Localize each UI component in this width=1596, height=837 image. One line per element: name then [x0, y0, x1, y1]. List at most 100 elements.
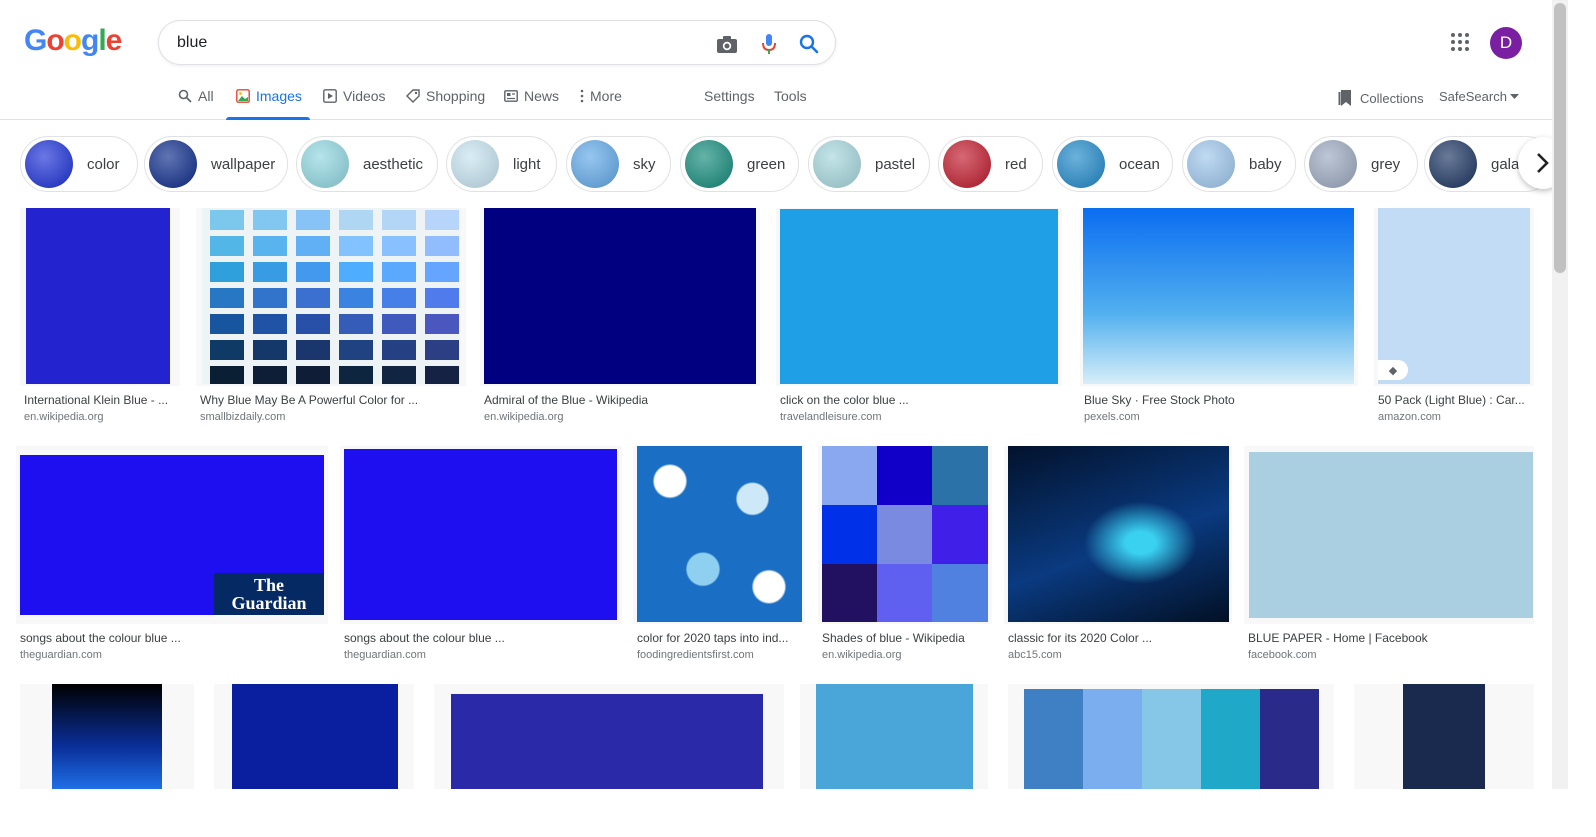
apps-grid-icon[interactable] — [1448, 30, 1472, 54]
result-thumbnail[interactable] — [1249, 452, 1533, 618]
chip-2[interactable]: aesthetic — [296, 136, 438, 192]
image-result[interactable]: Why Blue May Be A Powerful Color for ...… — [196, 208, 466, 434]
swatch — [210, 340, 244, 360]
microphone-icon[interactable] — [757, 32, 781, 56]
chip-5[interactable]: green — [680, 136, 799, 192]
chip-4[interactable]: sky — [566, 136, 671, 192]
tab-all[interactable]: All — [178, 84, 214, 120]
result-thumbnail[interactable]: ◆ — [1378, 208, 1530, 384]
result-thumbnail[interactable] — [52, 684, 162, 789]
search-icon — [178, 89, 192, 103]
swatch — [932, 505, 988, 564]
tab-news[interactable]: News — [504, 84, 559, 120]
chip-0[interactable]: color — [20, 136, 138, 192]
result-thumbnail[interactable]: The Guardian — [20, 455, 324, 615]
collections-button[interactable]: Collections — [1338, 89, 1424, 107]
image-result[interactable] — [1008, 684, 1334, 837]
result-source: foodingredientsfirst.com — [637, 649, 754, 661]
tab-videos[interactable]: Videos — [323, 84, 386, 120]
search-box[interactable] — [158, 20, 836, 65]
result-thumbnail[interactable] — [1008, 446, 1229, 622]
result-title[interactable]: Why Blue May Be A Powerful Color for ... — [200, 393, 462, 407]
chip-label: sky — [633, 155, 656, 173]
result-source: theguardian.com — [20, 649, 102, 661]
swatch — [1201, 689, 1260, 789]
result-title[interactable]: color for 2020 taps into ind... — [637, 631, 801, 645]
swatch — [382, 366, 416, 384]
result-thumbnail[interactable] — [484, 208, 756, 384]
tab-shopping[interactable]: Shopping — [406, 84, 485, 120]
result-thumbnail[interactable] — [202, 208, 460, 384]
result-title[interactable]: songs about the colour blue ... — [20, 631, 324, 645]
image-result[interactable] — [434, 684, 784, 837]
image-result[interactable]: click on the color blue ... travelandleis… — [776, 208, 1062, 434]
image-result[interactable] — [1354, 684, 1534, 837]
result-thumbnail[interactable] — [232, 684, 398, 789]
image-result[interactable]: International Klein Blue - ... en.wikiped… — [20, 208, 180, 434]
result-thumbnail[interactable] — [451, 694, 763, 789]
result-title[interactable]: Blue Sky · Free Stock Photo — [1084, 393, 1354, 407]
chip-thumbnail — [451, 140, 499, 188]
scrollbar-thumb[interactable] — [1554, 3, 1566, 273]
image-icon — [236, 89, 250, 103]
chip-7[interactable]: red — [938, 136, 1043, 192]
swatch — [210, 236, 244, 256]
search-icon[interactable] — [797, 32, 821, 56]
chip-10[interactable]: grey — [1304, 136, 1418, 192]
result-title[interactable]: International Klein Blue - ... — [24, 393, 176, 407]
tools-link[interactable]: Tools — [774, 84, 807, 120]
chip-3[interactable]: light — [446, 136, 557, 192]
swatch — [339, 236, 373, 256]
chip-thumbnail — [943, 140, 991, 188]
result-thumbnail[interactable] — [1024, 689, 1319, 789]
swatch — [1142, 689, 1201, 789]
image-result[interactable]: The Guardian songs about the colour blue … — [16, 446, 328, 672]
result-title[interactable]: Shades of blue - Wikipedia — [822, 631, 988, 645]
chip-8[interactable]: ocean — [1052, 136, 1173, 192]
bookmark-icon — [1338, 90, 1351, 106]
result-thumbnail[interactable] — [822, 446, 988, 622]
chip-9[interactable]: baby — [1182, 136, 1296, 192]
image-result[interactable] — [20, 684, 194, 837]
image-result[interactable]: BLUE PAPER - Home | Facebook facebook.com — [1244, 446, 1534, 672]
result-title[interactable]: Admiral of the Blue - Wikipedia — [484, 393, 756, 407]
camera-icon[interactable] — [715, 32, 739, 56]
result-title[interactable]: songs about the colour blue ... — [344, 631, 618, 645]
image-result[interactable]: Blue Sky · Free Stock Photo pexels.com — [1080, 208, 1358, 434]
swatch — [339, 262, 373, 282]
image-result[interactable]: color for 2020 taps into ind... foodingre… — [633, 446, 805, 672]
result-title[interactable]: click on the color blue ... — [780, 393, 1058, 407]
image-result[interactable]: classic for its 2020 Color ... abc15.com — [1004, 446, 1232, 672]
safesearch-dropdown[interactable]: SafeSearch — [1439, 89, 1519, 104]
image-result[interactable]: Shades of blue - Wikipedia en.wikipedia.o… — [818, 446, 992, 672]
image-result[interactable]: ◆ 50 Pack (Light Blue) : Car... amazon.com — [1374, 208, 1534, 434]
image-result[interactable] — [214, 684, 414, 837]
image-result[interactable]: songs about the colour blue ... theguardi… — [340, 446, 622, 672]
result-thumbnail[interactable] — [26, 208, 170, 384]
chip-1[interactable]: wallpaper — [144, 136, 288, 192]
result-thumbnail[interactable] — [1403, 684, 1485, 789]
result-thumbnail[interactable] — [816, 684, 973, 789]
chip-label: ocean — [1119, 155, 1160, 173]
avatar[interactable]: D — [1490, 27, 1522, 59]
chip-label: green — [747, 155, 786, 173]
swatch — [296, 366, 330, 384]
result-thumbnail[interactable] — [637, 446, 802, 622]
result-thumbnail[interactable] — [780, 209, 1058, 384]
result-title[interactable]: classic for its 2020 Color ... — [1008, 631, 1228, 645]
tab-more[interactable]: More — [580, 84, 622, 120]
result-title[interactable]: 50 Pack (Light Blue) : Car... — [1378, 393, 1530, 407]
chip-6[interactable]: pastel — [808, 136, 930, 192]
image-result[interactable] — [800, 684, 988, 837]
tab-images[interactable]: Images — [226, 84, 310, 120]
swatch — [339, 210, 373, 230]
swatch — [425, 366, 459, 384]
search-input[interactable] — [177, 31, 697, 55]
image-result[interactable]: Admiral of the Blue - Wikipedia en.wikipe… — [480, 208, 760, 434]
result-thumbnail[interactable] — [1083, 208, 1354, 384]
result-thumbnail[interactable] — [344, 449, 617, 620]
settings-link[interactable]: Settings — [704, 84, 755, 120]
result-title[interactable]: BLUE PAPER - Home | Facebook — [1248, 631, 1530, 645]
caret-down-icon — [1509, 93, 1519, 99]
google-logo[interactable]: Google — [24, 24, 122, 58]
